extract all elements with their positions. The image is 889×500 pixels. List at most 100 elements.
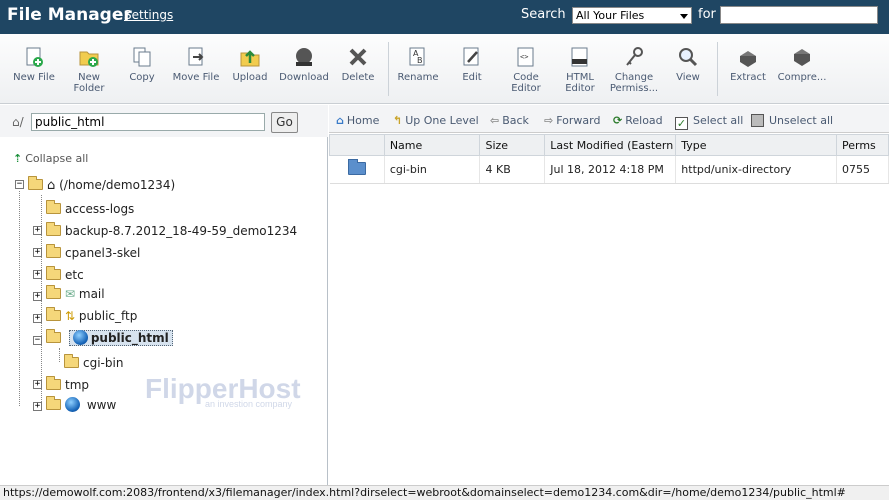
tree-item-cgi-bin[interactable]: cgi-bin	[64, 354, 124, 370]
row-perms[interactable]: 0755	[836, 155, 889, 184]
view-button[interactable]: View	[661, 42, 715, 83]
new-folder-button[interactable]: New Folder	[62, 42, 116, 94]
download-button[interactable]: Download	[277, 42, 331, 83]
tree-item-etc[interactable]: etc	[46, 266, 84, 282]
code-editor-button[interactable]: <> Code Editor	[499, 42, 553, 94]
select-all-label: Select all	[693, 114, 744, 127]
upload-button[interactable]: Upload	[223, 42, 277, 83]
row-folder-icon-cell	[329, 155, 385, 184]
tree-root[interactable]: ⌂ (/home/demo1234)	[28, 176, 175, 193]
collapse-all-link[interactable]: ⇡ Collapse all	[13, 152, 88, 165]
reload-icon: ⟳	[613, 114, 623, 127]
tree-item-label: public_ftp	[78, 309, 138, 323]
table-row[interactable]: cgi-bin 4 KB Jul 18, 2012 4:18 PM httpd/…	[329, 155, 889, 184]
new-file-button[interactable]: New File	[7, 42, 61, 83]
search-input[interactable]	[720, 6, 878, 24]
up-one-level-button[interactable]: ↰ Up One Level	[393, 114, 479, 127]
delete-button[interactable]: Delete	[331, 42, 385, 83]
new-folder-label-1: New	[78, 72, 100, 83]
folder-icon	[46, 307, 61, 321]
new-file-icon	[26, 47, 43, 67]
html-editor-button[interactable]: HTML Editor	[553, 42, 607, 94]
unselect-all-label: Unselect all	[769, 114, 834, 127]
back-arrow-icon: ⇦	[490, 114, 500, 127]
back-button[interactable]: ⇦ Back	[490, 114, 529, 127]
tree-toggle[interactable]: +	[33, 380, 42, 389]
copy-label: Copy	[129, 72, 155, 83]
column-size[interactable]: Size	[479, 134, 546, 156]
move-file-button[interactable]: Move File	[169, 42, 223, 83]
reload-button[interactable]: ⟳ Reload	[613, 114, 663, 127]
rename-label: Rename	[397, 72, 439, 83]
tree-item-cpanel3-skel[interactable]: cpanel3-skel	[46, 244, 140, 260]
top-bar: File Manager Settings Search All Your Fi…	[0, 0, 889, 34]
tree-item-www[interactable]: www	[46, 396, 116, 412]
tree-item-label: tmp	[65, 378, 90, 392]
tree-toggle[interactable]: −	[33, 336, 42, 345]
compress-label: Compre...	[777, 72, 827, 83]
status-bar: https://demowolf.com:2083/frontend/x3/fi…	[0, 485, 889, 500]
column-type[interactable]: Type	[675, 134, 837, 156]
delete-icon	[349, 48, 367, 66]
tree-item-mail[interactable]: ✉ mail	[46, 285, 105, 301]
column-icon	[329, 134, 385, 156]
column-perms[interactable]: Perms	[836, 134, 889, 156]
move-file-label: Move File	[172, 72, 220, 83]
tree-toggle[interactable]: +	[33, 402, 42, 411]
path-bar: ⌂/ public_html Go	[0, 105, 328, 137]
for-label: for	[698, 7, 716, 22]
edit-button[interactable]: Edit	[445, 42, 499, 83]
forward-button[interactable]: ⇨ Forward	[544, 114, 600, 127]
tree-line	[19, 191, 20, 406]
search-scope-value: All Your Files	[576, 9, 645, 22]
file-table: Name Size Last Modified (Eastern Da Type…	[329, 134, 889, 184]
unselect-all-button[interactable]: Unselect all	[751, 114, 833, 127]
compress-button[interactable]: Compre...	[775, 42, 829, 83]
path-input[interactable]: public_html	[31, 113, 265, 131]
change-permissions-button[interactable]: Change Permiss...	[607, 42, 661, 94]
tree-item-label: cgi-bin	[83, 356, 124, 370]
tree-toggle[interactable]: +	[33, 226, 42, 235]
tree-item-access-logs[interactable]: access-logs	[46, 200, 135, 216]
row-name[interactable]: cgi-bin	[384, 155, 481, 184]
folder-open-icon	[46, 329, 61, 343]
forward-label: Forward	[556, 114, 601, 127]
column-name[interactable]: Name	[383, 134, 481, 156]
move-file-icon	[188, 47, 204, 66]
go-button[interactable]: Go	[271, 112, 298, 133]
copy-button[interactable]: Copy	[115, 42, 169, 83]
tree-line	[59, 348, 60, 362]
tree-toggle-root[interactable]: −	[15, 180, 24, 189]
home-nav-button[interactable]: ⌂ Home	[336, 114, 379, 127]
select-all-button[interactable]: ✓ Select all	[675, 114, 743, 130]
tree-item-label: access-logs	[65, 202, 135, 216]
watermark-logo: FlipperHost an investion company	[145, 373, 301, 409]
tree-toggle[interactable]: +	[33, 292, 42, 301]
tree-item-public-ftp[interactable]: ⇅ public_ftp	[46, 307, 138, 323]
folder-open-icon	[28, 176, 43, 190]
tree-toggle[interactable]: +	[33, 270, 42, 279]
tree-toggle[interactable]: +	[33, 248, 42, 257]
tree-item-backup[interactable]: backup-8.7.2012_18-49-59_demo1234	[46, 222, 297, 238]
back-label: Back	[502, 114, 529, 127]
column-last-modified[interactable]: Last Modified (Eastern Da	[544, 134, 677, 156]
change-permissions-label-1: Change	[614, 72, 654, 83]
row-modified: Jul 18, 2012 4:18 PM	[544, 155, 677, 184]
key-icon	[626, 47, 643, 66]
rename-button[interactable]: AB Rename	[391, 42, 445, 83]
edit-icon	[463, 47, 479, 66]
row-type: httpd/unix-directory	[675, 155, 837, 184]
up-folder-icon: ↰	[393, 114, 403, 127]
tree-item-tmp[interactable]: tmp	[46, 376, 90, 392]
search-scope-select[interactable]: All Your Files	[572, 7, 692, 24]
tree-item-public-html-row[interactable]: public_html	[46, 329, 173, 346]
toolbar-divider	[388, 42, 389, 96]
mail-icon: ✉	[65, 287, 76, 301]
folder-icon	[64, 354, 79, 368]
globe-icon	[72, 330, 88, 345]
extract-button[interactable]: Extract	[721, 42, 775, 83]
tree-toggle[interactable]: +	[33, 314, 42, 323]
upload-label: Upload	[232, 72, 268, 83]
settings-link[interactable]: Settings	[124, 8, 173, 22]
tree-item-public-html[interactable]: public_html	[68, 330, 173, 346]
